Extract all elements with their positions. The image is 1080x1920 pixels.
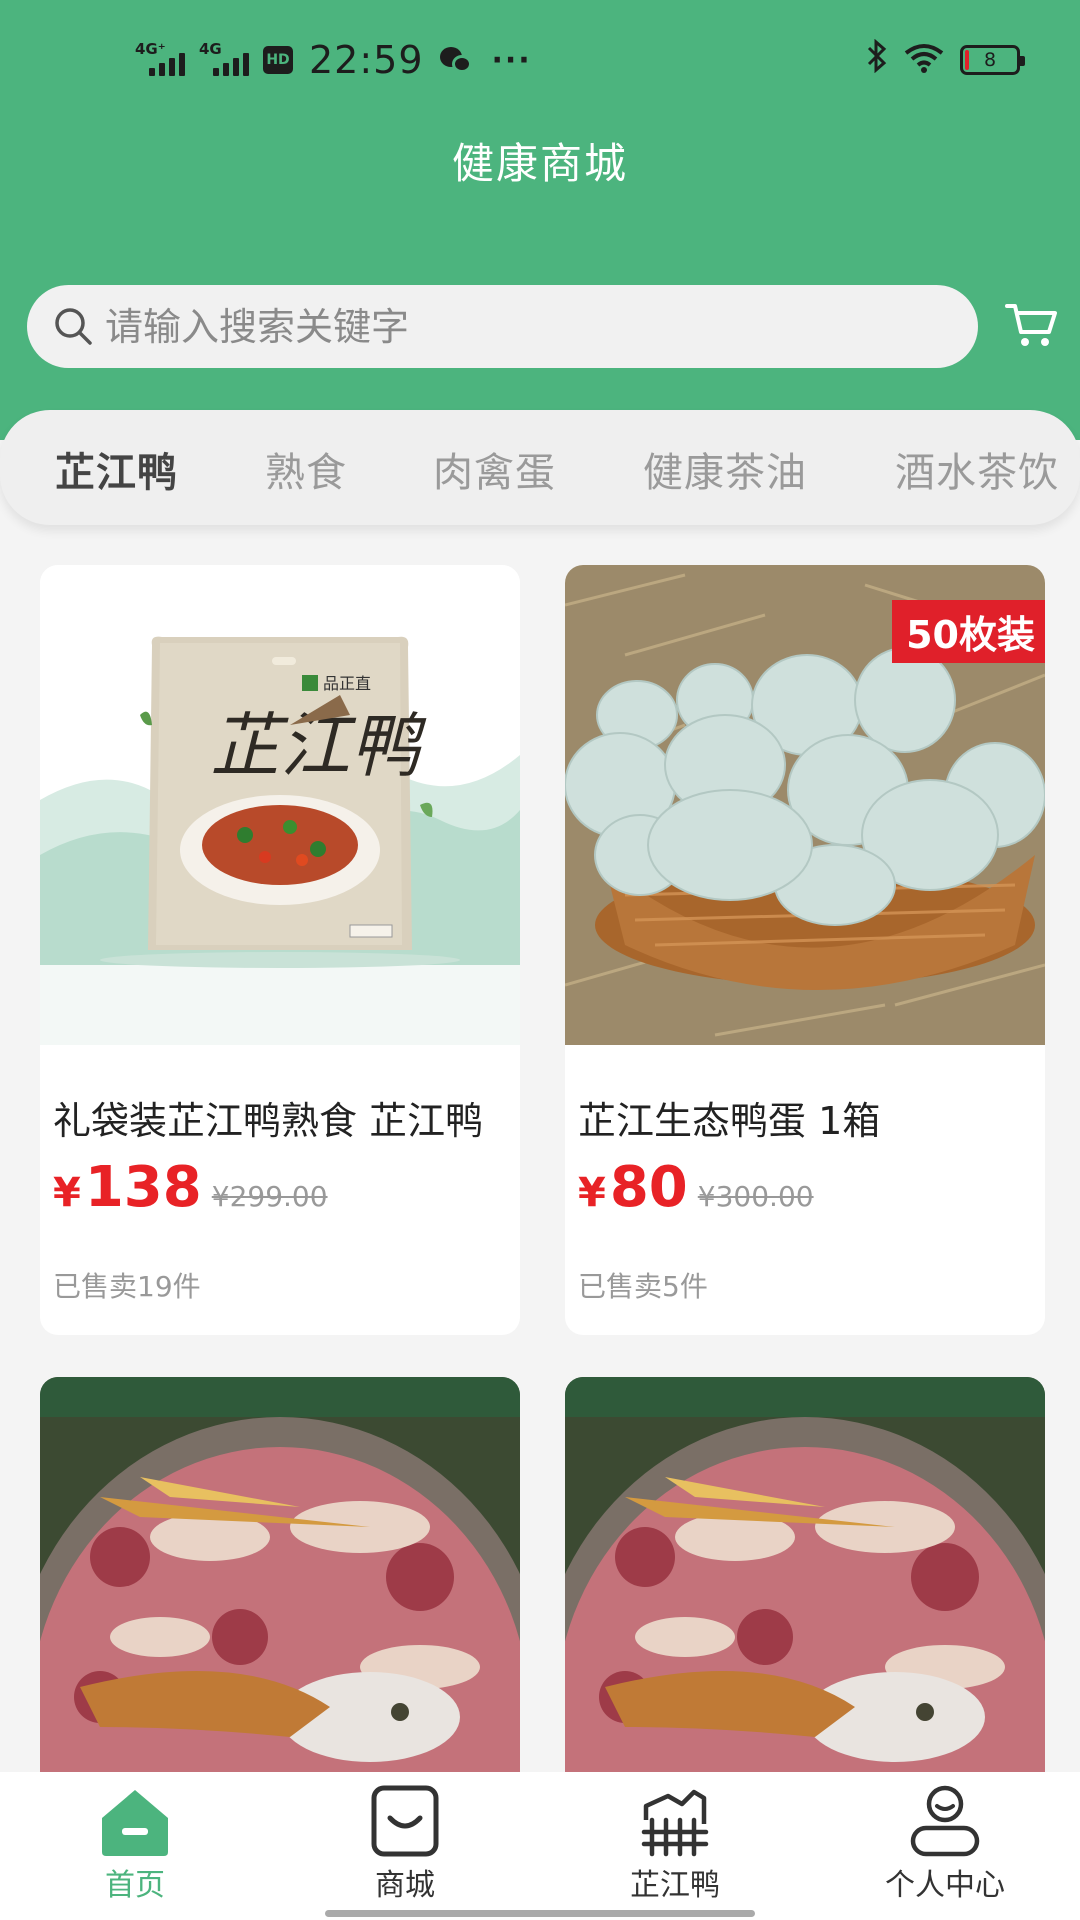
product-name: 芷江生态鸭蛋 1箱	[578, 1099, 881, 1143]
home-indicator[interactable]	[325, 1910, 755, 1917]
original-price: ¥300.00	[697, 1180, 814, 1213]
bottom-nav: 首页 商城 芷江鸭 个人中心	[0, 1772, 1080, 1920]
nav-profile-label: 个人中心	[885, 1868, 1005, 1903]
sold-count: 已售卖19件	[53, 1270, 201, 1303]
user-icon	[910, 1785, 980, 1857]
nav-zhijiang-duck[interactable]: 芷江鸭	[575, 1784, 775, 1904]
nav-home[interactable]: 首页	[35, 1784, 235, 1904]
wifi-icon	[904, 43, 944, 77]
product-card[interactable]: 50枚装 芷江生态鸭蛋 1箱 ¥ 80 ¥300.00 已售卖5件	[565, 565, 1045, 1335]
tab-cooked-food[interactable]: 熟食	[265, 440, 347, 498]
product-name: 礼袋装芷江鸭熟食 芷江鸭	[53, 1099, 484, 1143]
duck-farm-icon	[641, 1789, 709, 1857]
product-image-duck-package[interactable]: 品正直 芷江鸭	[40, 565, 520, 1045]
tab-drinks[interactable]: 酒水茶饮	[895, 440, 1059, 498]
svg-text:品正直: 品正直	[323, 674, 371, 693]
page-title: 健康商城	[451, 139, 628, 188]
signal-1-icon: 4G⁺	[135, 40, 189, 80]
hd-voice-icon: HD	[263, 46, 293, 74]
nav-zhijiang-duck-label: 芷江鸭	[630, 1868, 720, 1903]
nav-shop[interactable]: 商城	[305, 1784, 505, 1904]
price-currency: ¥	[53, 1170, 81, 1216]
nav-shop-label: 商城	[375, 1868, 435, 1903]
tab-tea-oil[interactable]: 健康茶油	[643, 440, 807, 498]
status-left: 4G⁺ 4G HD 22:59 ···	[135, 36, 532, 84]
wechat-icon	[439, 45, 474, 75]
battery-icon: 8	[960, 45, 1025, 75]
product-image-duck-eggs[interactable]: 50枚装	[565, 565, 1045, 1045]
nav-profile[interactable]: 个人中心	[845, 1784, 1045, 1904]
bluetooth-icon	[866, 38, 888, 81]
search-icon	[55, 308, 92, 345]
home-icon	[102, 1790, 168, 1856]
pack-size-badge: 50枚装	[892, 600, 1045, 663]
price-currency: ¥	[578, 1170, 606, 1216]
status-bar: 4G⁺ 4G HD 22:59 ··· 8	[0, 0, 1080, 120]
search-bar[interactable]	[27, 285, 978, 368]
more-notifications-icon: ···	[491, 42, 532, 78]
tab-meat-poultry-eggs[interactable]: 肉禽蛋	[433, 440, 556, 498]
product-card[interactable]: 品正直 芷江鸭 礼袋装芷江鸭熟食 芷江鸭 ¥ 138 ¥299.00 已售卖19…	[40, 565, 520, 1335]
shop-bag-icon	[371, 1785, 439, 1857]
tab-zhijiang-duck[interactable]: 芷江鸭	[55, 440, 178, 498]
category-tabs: 芷江鸭 熟食 肉禽蛋 健康茶油 酒水茶饮	[0, 410, 1080, 525]
cart-icon[interactable]	[1004, 300, 1060, 350]
product-price: 80	[609, 1155, 688, 1220]
nav-home-label: 首页	[105, 1868, 165, 1903]
sold-count: 已售卖5件	[578, 1270, 708, 1303]
signal-2-icon: 4G	[199, 40, 253, 80]
header: 4G⁺ 4G HD 22:59 ··· 8 健康商城 请输入搜索关键字	[0, 0, 1080, 440]
original-price: ¥299.00	[211, 1180, 328, 1213]
price-row: ¥ 138 ¥299.00	[53, 1155, 328, 1220]
battery-level: 8	[983, 49, 997, 71]
price-row: ¥ 80 ¥300.00	[578, 1155, 814, 1220]
product-price: 138	[84, 1155, 202, 1220]
status-time: 22:59	[309, 38, 424, 82]
search-input[interactable]	[105, 285, 945, 368]
status-right: 8	[866, 38, 1025, 81]
